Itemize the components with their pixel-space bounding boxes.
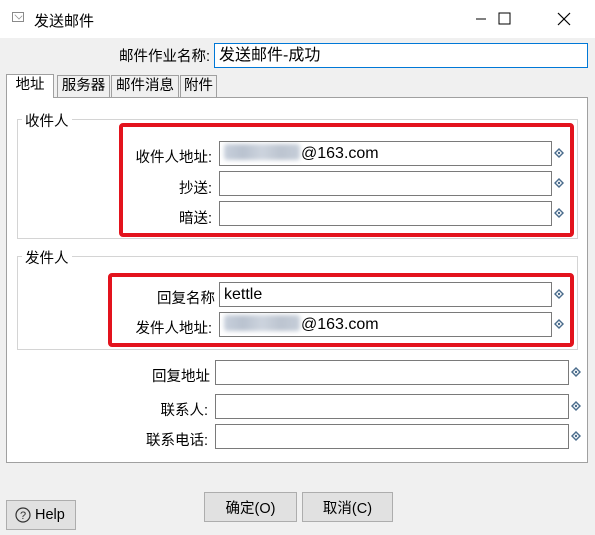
window-title: 发送邮件 — [34, 13, 95, 30]
tab-attachments[interactable]: 附件 — [180, 75, 217, 97]
help-button[interactable]: ? Help — [6, 500, 76, 530]
from-address-input[interactable]: @163.com — [219, 312, 552, 337]
sender-group-title: 发件人 — [22, 247, 72, 268]
variable-diamond-icon[interactable] — [571, 431, 581, 441]
maximize-button[interactable] — [482, 0, 528, 38]
bcc-input[interactable] — [219, 201, 552, 226]
variable-diamond-icon[interactable] — [571, 367, 581, 377]
cc-label: 抄送: — [178, 181, 212, 197]
ok-button[interactable]: 确定(O) — [204, 492, 297, 522]
tab-address[interactable]: 地址 — [6, 74, 54, 98]
redacted-text — [224, 144, 300, 160]
cc-input[interactable] — [219, 171, 552, 196]
close-button[interactable] — [541, 0, 587, 38]
bcc-label: 暗送: — [178, 211, 212, 227]
help-button-label: Help — [35, 507, 65, 523]
svg-text:?: ? — [20, 510, 26, 522]
question-icon: ? — [15, 507, 31, 523]
variable-diamond-icon[interactable] — [554, 289, 564, 299]
job-name-label: 邮件作业名称: — [118, 49, 210, 65]
to-address-input[interactable]: @163.com — [219, 141, 552, 166]
tab-server[interactable]: 服务器 — [57, 75, 110, 97]
contact-input[interactable] — [215, 394, 569, 419]
recipients-group-title: 收件人 — [22, 110, 72, 131]
variable-diamond-icon[interactable] — [554, 178, 564, 188]
reply-name-label: 回复名称 — [157, 291, 215, 307]
job-name-input[interactable]: 发送邮件-成功 — [214, 43, 588, 68]
to-address-value: @163.com — [301, 145, 379, 162]
tab-message[interactable]: 邮件消息 — [111, 75, 179, 97]
reply-name-input[interactable]: kettle — [219, 282, 552, 307]
phone-label: 联系电话: — [145, 433, 208, 449]
mail-icon — [12, 12, 24, 22]
variable-diamond-icon[interactable] — [554, 319, 564, 329]
variable-diamond-icon[interactable] — [554, 208, 564, 218]
phone-input[interactable] — [215, 424, 569, 449]
from-address-label: 发件人地址: — [135, 321, 212, 337]
variable-diamond-icon[interactable] — [554, 148, 564, 158]
reply-address-input[interactable] — [215, 360, 569, 385]
redacted-text — [224, 315, 300, 331]
from-address-value: @163.com — [301, 316, 379, 333]
to-address-label: 收件人地址: — [135, 150, 212, 166]
cancel-button[interactable]: 取消(C) — [302, 492, 393, 522]
contact-label: 联系人: — [160, 403, 208, 419]
reply-address-label: 回复地址 — [152, 369, 210, 385]
maximize-icon — [498, 12, 511, 25]
close-icon — [557, 12, 571, 26]
variable-diamond-icon[interactable] — [571, 401, 581, 411]
